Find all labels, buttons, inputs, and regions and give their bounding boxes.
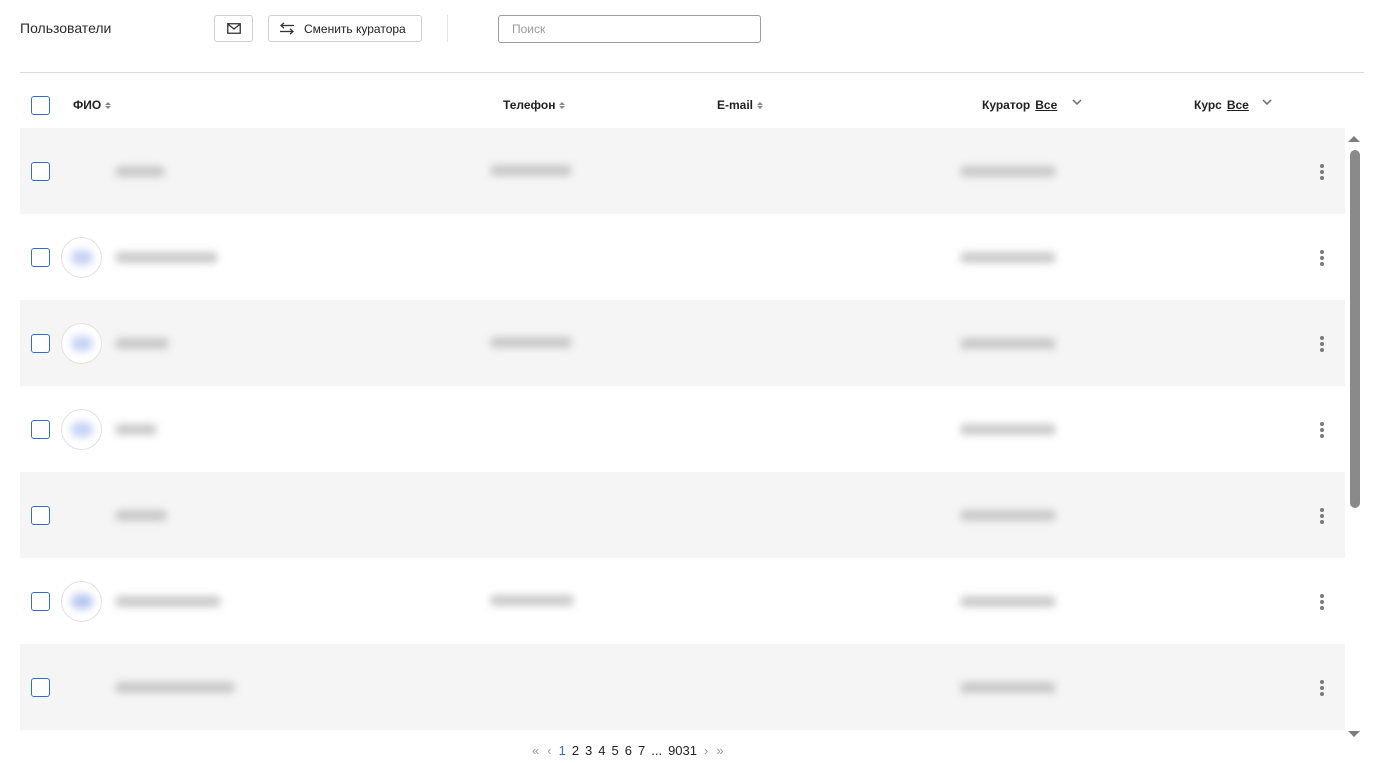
scroll-down-arrow-icon[interactable] [1348,731,1360,737]
page-link-last[interactable]: 9031 [668,743,697,758]
column-email-header[interactable]: E-mail [717,98,764,112]
curator-cell-blurred [960,596,1056,607]
sort-icon [105,101,112,109]
phone-cell-blurred [490,337,572,348]
avatar [61,581,102,622]
row-checkbox[interactable] [31,420,50,439]
row-menu-icon[interactable] [1314,420,1330,440]
pagination-ellipsis: ... [651,742,663,758]
send-mail-button[interactable] [214,15,253,42]
curator-cell-blurred [960,166,1056,177]
sort-icon [559,101,566,109]
table-header: ФИО Телефон E-mail Куратор Все Курс Все [20,84,1345,126]
row-checkbox[interactable] [31,506,50,525]
next-page-icon[interactable]: › [704,743,708,758]
name-cell-blurred [115,252,218,263]
column-curator-header: Куратор Все [982,98,1057,112]
curator-chevron-down-icon[interactable] [1071,98,1083,106]
curator-cell-blurred [960,682,1056,693]
page-link-current[interactable]: 1 [559,743,566,758]
column-phone-header[interactable]: Телефон [503,98,566,112]
scrollbar-thumb[interactable] [1350,150,1360,508]
course-chevron-down-icon[interactable] [1261,98,1273,106]
swap-arrows-icon [280,22,294,35]
page-link[interactable]: 6 [625,743,632,758]
name-cell-blurred [115,682,235,693]
first-page-icon[interactable]: « [532,743,539,758]
column-course-header: Курс Все [1194,98,1249,112]
table-row[interactable] [20,300,1345,386]
row-checkbox[interactable] [31,678,50,697]
phone-cell-blurred [490,595,574,606]
table-row[interactable] [20,558,1345,644]
name-cell-blurred [115,424,157,435]
column-name-header[interactable]: ФИО [73,98,112,112]
envelope-icon [226,23,241,34]
column-phone-label: Телефон [503,98,556,112]
select-all-checkbox[interactable] [31,96,50,115]
row-checkbox[interactable] [31,592,50,611]
column-course-label: Курс [1194,98,1222,112]
row-checkbox[interactable] [31,334,50,353]
name-cell-blurred [115,510,167,521]
avatar [61,409,102,450]
table-row[interactable] [20,644,1345,730]
row-checkbox[interactable] [31,248,50,267]
table-row[interactable] [20,128,1345,214]
last-page-icon[interactable]: » [716,743,723,758]
curator-cell-blurred [960,424,1056,435]
column-name-label: ФИО [73,98,102,112]
page-title: Пользователи [20,20,112,36]
page-link[interactable]: 2 [572,743,579,758]
row-menu-icon[interactable] [1314,592,1330,612]
column-email-label: E-mail [717,98,754,112]
toolbar-divider [447,15,448,42]
name-cell-blurred [115,338,169,349]
name-cell-blurred [115,166,165,177]
row-menu-icon[interactable] [1314,248,1330,268]
curator-cell-blurred [960,338,1056,349]
curator-cell-blurred [960,252,1056,263]
page-link[interactable]: 4 [598,743,605,758]
course-filter-link[interactable]: Все [1227,98,1249,112]
name-cell-blurred [115,596,221,607]
pagination: « ‹ 1 2 3 4 5 6 7 ... 9031 › » [528,741,728,759]
header-divider [20,72,1364,73]
row-menu-icon[interactable] [1314,162,1330,182]
table-row[interactable] [20,386,1345,472]
row-menu-icon[interactable] [1314,334,1330,354]
row-menu-icon[interactable] [1314,678,1330,698]
page-link[interactable]: 5 [612,743,619,758]
table-row[interactable] [20,214,1345,300]
prev-page-icon[interactable]: ‹ [547,743,551,758]
table-body [20,128,1345,731]
scroll-up-arrow-icon[interactable] [1348,136,1360,142]
change-curator-button[interactable]: Сменить куратора [268,15,422,42]
column-curator-label: Куратор [982,98,1031,112]
toolbar: Пользователи Сменить куратора [0,0,1376,72]
page-link[interactable]: 7 [638,743,645,758]
curator-filter-link[interactable]: Все [1035,98,1057,112]
change-curator-label: Сменить куратора [304,21,406,36]
page-link[interactable]: 3 [585,743,592,758]
phone-cell-blurred [490,165,572,176]
avatar [61,323,102,364]
sort-icon [757,101,764,109]
row-menu-icon[interactable] [1314,506,1330,526]
search-input[interactable] [498,15,761,43]
row-checkbox[interactable] [31,162,50,181]
curator-cell-blurred [960,510,1056,521]
avatar [61,237,102,278]
table-row[interactable] [20,472,1345,558]
